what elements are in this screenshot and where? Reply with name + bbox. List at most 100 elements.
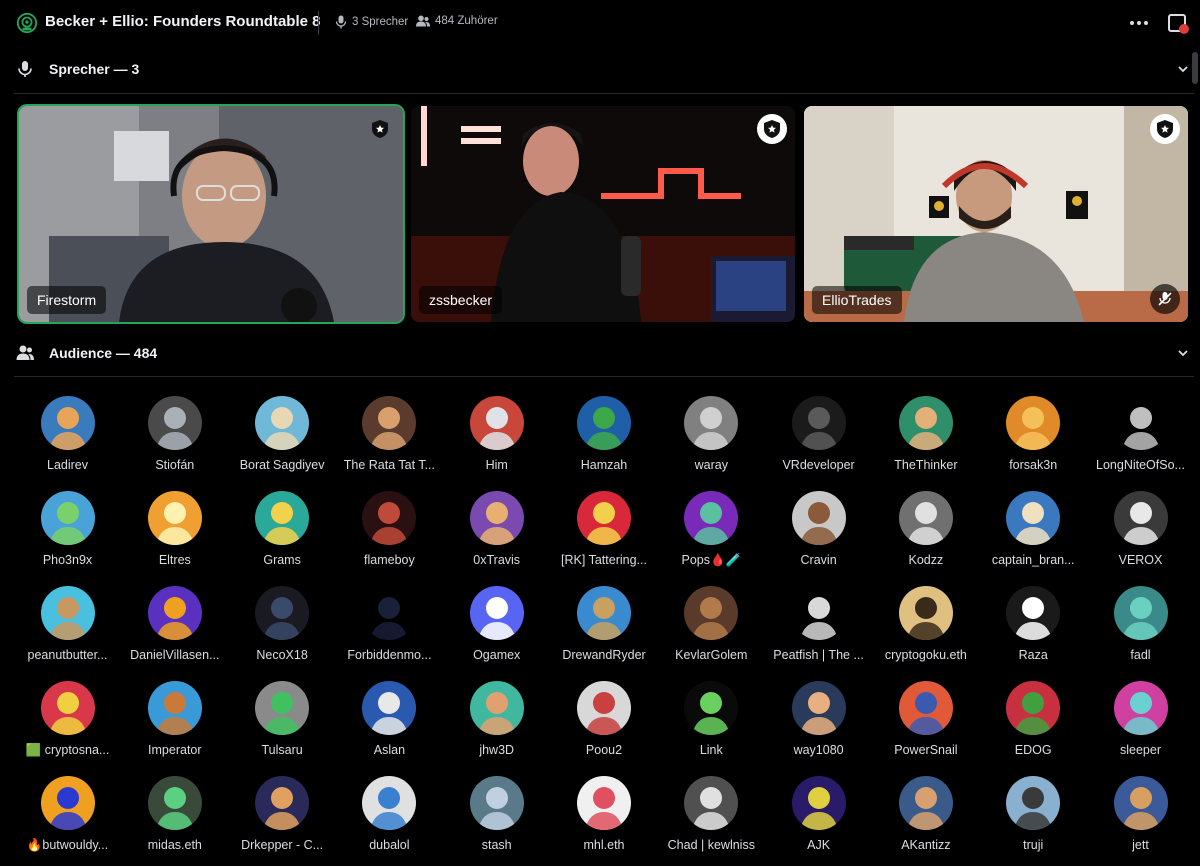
avatar [577, 776, 631, 830]
audience-member-name: AKantizz [901, 838, 951, 852]
audience-member-name: Imperator [148, 743, 202, 757]
audience-member[interactable]: VEROX [1087, 491, 1194, 581]
audience-member[interactable]: TheThinker [872, 396, 979, 486]
muted-indicator [1150, 284, 1180, 314]
audience-member[interactable]: waray [658, 396, 765, 486]
avatar [1113, 491, 1168, 545]
avatar [1113, 586, 1168, 640]
audience-member[interactable]: Pho3n9x [14, 491, 121, 581]
audience-member-name: TheThinker [894, 458, 958, 472]
more-options-button[interactable] [1128, 12, 1150, 34]
audience-member[interactable]: Kodzz [872, 491, 979, 581]
audience-member[interactable]: captain_bran... [980, 491, 1087, 581]
moderator-badge [757, 114, 787, 144]
avatar [684, 586, 739, 640]
audience-member[interactable]: mhl.eth [551, 776, 658, 866]
scrollbar[interactable] [1190, 52, 1200, 852]
audience-member-name: forsak3n [1009, 458, 1058, 472]
audience-member[interactable]: Hamzah [551, 396, 658, 486]
audience-member[interactable]: midas.eth [121, 776, 228, 866]
audience-member[interactable]: Borat Sagdiyev [229, 396, 336, 486]
audience-member[interactable]: fadl [1087, 586, 1194, 676]
audience-member-name: Pho3n9x [42, 553, 93, 567]
audience-member[interactable]: AJK [765, 776, 872, 866]
audience-member[interactable]: DanielVillasen... [121, 586, 228, 676]
avatar [791, 491, 846, 545]
audience-member[interactable]: [RK] Tattering... [551, 491, 658, 581]
audience-member[interactable]: AKantizz [872, 776, 979, 866]
audience-member[interactable]: way1080 [765, 681, 872, 771]
audience-member[interactable]: PowerSnail [872, 681, 979, 771]
audience-member[interactable]: The Rata Tat T... [336, 396, 443, 486]
audience-member[interactable]: 🟩 cryptosna... [14, 681, 121, 771]
audience-member[interactable]: jhw3D [443, 681, 550, 771]
audience-member[interactable]: 🔥butwouldy... [14, 776, 121, 866]
audience-member[interactable]: truji [980, 776, 1087, 866]
audience-member[interactable]: Poou2 [551, 681, 658, 771]
audience-member[interactable]: forsak3n [980, 396, 1087, 486]
moderator-badge [1150, 114, 1180, 144]
audience-member-name: Link [699, 743, 723, 757]
audience-member[interactable]: Grams [229, 491, 336, 581]
audience-member[interactable]: sleeper [1087, 681, 1194, 771]
audience-member[interactable]: KevlarGolem [658, 586, 765, 676]
avatar [1006, 396, 1061, 450]
audience-member[interactable]: DrewandRyder [551, 586, 658, 676]
audience-member[interactable]: Ladirev [14, 396, 121, 486]
speakers-section-header[interactable]: Sprecher — 3 [14, 54, 1194, 84]
audience-member[interactable]: stash [443, 776, 550, 866]
audience-member[interactable]: Stiofán [121, 396, 228, 486]
audience-member[interactable]: Forbiddenmo... [336, 586, 443, 676]
audience-member[interactable]: Pops🩸🧪 [658, 491, 765, 581]
audience-member[interactable]: Imperator [121, 681, 228, 771]
audience-member[interactable]: VRdeveloper [765, 396, 872, 486]
avatar [791, 586, 846, 640]
audience-member-name: PowerSnail [894, 743, 958, 757]
mic-muted-icon [1158, 292, 1172, 306]
audience-member-name: Peatfish | The ... [773, 648, 864, 662]
audience-member-name: dubalol [369, 838, 410, 852]
audience-member-name: midas.eth [147, 838, 202, 852]
speaker-tile[interactable]: Firestorm [19, 106, 403, 322]
chevron-down-icon[interactable] [1176, 62, 1190, 76]
avatar [147, 586, 202, 640]
audience-member-name: stash [481, 838, 512, 852]
audience-member-name: way1080 [793, 743, 844, 757]
audience-member[interactable]: Link [658, 681, 765, 771]
audience-section-header[interactable]: Audience — 484 [14, 338, 1194, 368]
avatar [147, 681, 202, 735]
speaker-tile[interactable]: EllioTrades [804, 106, 1188, 322]
audience-member[interactable]: Aslan [336, 681, 443, 771]
audience-member[interactable]: Ogamex [443, 586, 550, 676]
avatar [898, 681, 953, 735]
audience-member[interactable]: flameboy [336, 491, 443, 581]
audience-member-name: LongNiteOfSo... [1096, 458, 1185, 472]
audience-member[interactable]: LongNiteOfSo... [1087, 396, 1194, 486]
audience-member[interactable]: Raza [980, 586, 1087, 676]
popout-icon[interactable] [1166, 11, 1190, 35]
audience-member[interactable]: Chad | kewlniss [658, 776, 765, 866]
audience-member[interactable]: Peatfish | The ... [765, 586, 872, 676]
audience-member[interactable]: Drkepper - C... [229, 776, 336, 866]
chevron-down-icon[interactable] [1176, 346, 1190, 360]
audience-member[interactable]: dubalol [336, 776, 443, 866]
scrollbar-thumb[interactable] [1192, 52, 1198, 84]
avatar [40, 681, 95, 735]
audience-member[interactable]: 0xTravis [443, 491, 550, 581]
audience-member-name: Ogamex [473, 648, 521, 662]
avatar [1113, 776, 1168, 830]
audience-member-name: DrewandRyder [562, 648, 646, 662]
audience-member[interactable]: NecoX18 [229, 586, 336, 676]
audience-member[interactable]: Tulsaru [229, 681, 336, 771]
audience-member[interactable]: EDOG [980, 681, 1087, 771]
audience-member[interactable]: peanutbutter... [14, 586, 121, 676]
audience-member[interactable]: cryptogoku.eth [872, 586, 979, 676]
audience-member[interactable]: jett [1087, 776, 1194, 866]
audience-member[interactable]: Cravin [765, 491, 872, 581]
avatar [469, 491, 524, 545]
audience-member[interactable]: Eltres [121, 491, 228, 581]
audience-member-name: [RK] Tattering... [561, 553, 647, 567]
audience-member[interactable]: Him [443, 396, 550, 486]
speaker-tile[interactable]: zssbecker [411, 106, 795, 322]
people-icon [416, 15, 430, 27]
